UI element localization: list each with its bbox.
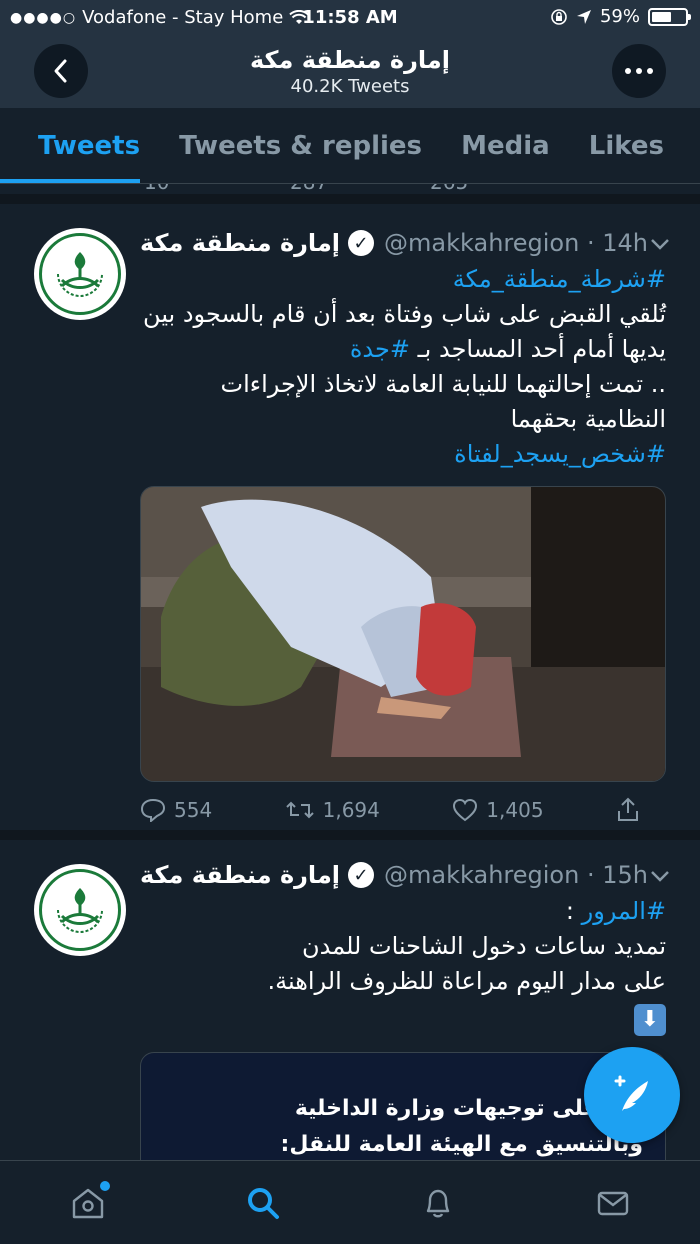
tweet-text-line: تمديد ساعات دخول الشاحنات للمدن	[302, 932, 666, 960]
user-handle[interactable]: @makkahregion	[384, 229, 579, 257]
rotation-lock-icon	[551, 8, 567, 25]
verified-check-icon: ✓	[348, 862, 375, 888]
emblem-logo	[39, 869, 121, 951]
chevron-left-icon	[54, 59, 67, 83]
profile-tabs: Tweets Tweets & replies Media Likes	[0, 108, 700, 184]
nav-messages[interactable]	[583, 1173, 643, 1233]
like-button[interactable]: 1,405	[452, 798, 544, 822]
prev-retweet-count: 287	[290, 184, 328, 194]
chevron-down-icon[interactable]	[650, 231, 670, 255]
emblem-icon	[57, 888, 103, 934]
hashtag-link[interactable]: #المرور	[582, 897, 666, 925]
retweet-icon	[285, 801, 314, 819]
tweet-actions: 554 1,694 1,405	[140, 790, 640, 830]
down-arrow-emoji: ⬇	[634, 1004, 666, 1036]
hashtag-link[interactable]: #شرطة_منطقة_مكة	[453, 265, 666, 293]
avatar[interactable]	[34, 864, 126, 956]
tweet-header: إمارة منطقة مكة ✓ @makkahregion · 15h	[140, 858, 670, 892]
reply-count: 554	[174, 798, 213, 822]
share-icon	[617, 797, 638, 821]
reply-bubble-icon	[140, 798, 166, 822]
page-title: إمارة منطقة مكة	[249, 46, 451, 74]
mail-icon	[597, 1191, 628, 1215]
tweet-time: 15h	[602, 861, 648, 889]
display-name[interactable]: إمارة منطقة مكة	[140, 861, 340, 889]
nav-home[interactable]	[58, 1173, 118, 1233]
battery-percent: 59%	[599, 6, 640, 27]
back-button[interactable]	[34, 44, 88, 98]
battery-icon	[648, 7, 691, 26]
bottom-nav	[0, 1160, 700, 1244]
share-button[interactable]	[616, 797, 640, 823]
tweet-time: 14h	[602, 229, 648, 257]
chevron-down-icon[interactable]	[650, 863, 670, 887]
tweet-text-line: على مدار اليوم مراعاة للظروف الراهنة.	[267, 967, 666, 995]
compose-button[interactable]	[584, 1047, 680, 1143]
tweet-text: #شرطة_منطقة_مكة تُلقي القبض على شاب وفتا…	[140, 262, 666, 472]
tweet-text-suffix: :	[565, 897, 582, 925]
avatar[interactable]	[34, 228, 126, 320]
reply-button[interactable]: 554	[140, 798, 212, 822]
tweet-header: إمارة منطقة مكة ✓ @makkahregion · 14h	[140, 226, 670, 260]
tab-tweets-replies[interactable]: Tweets & replies	[179, 131, 422, 161]
notification-dot	[99, 1180, 110, 1191]
hashtag-link[interactable]: #شخص_يسجد_لفتاة	[454, 440, 666, 468]
location-arrow-icon	[576, 9, 591, 24]
tweet-divider	[0, 194, 700, 204]
more-dots-icon	[625, 68, 653, 74]
profile-header: ●●●●○ Vodafone - Stay Home 11:58 AM 59% …	[0, 0, 700, 108]
status-bar: ●●●●○ Vodafone - Stay Home 11:58 AM 59%	[0, 0, 700, 36]
time-separator: ·	[579, 229, 603, 257]
retweet-button[interactable]: 1,694	[285, 798, 380, 822]
previous-tweet-actions: 10 287 265	[0, 184, 700, 194]
display-name[interactable]: إمارة منطقة مكة	[140, 229, 340, 257]
user-handle[interactable]: @makkahregion	[384, 861, 579, 889]
home-icon	[72, 1188, 103, 1218]
header-title-block: إمارة منطقة مكة 40.2K Tweets	[150, 46, 550, 97]
tweet-item[interactable]: إمارة منطقة مكة ✓ @makkahregion · 14h #ش…	[0, 204, 700, 836]
tweet-text: #المرور : تمديد ساعات دخول الشاحنات للمد…	[140, 894, 666, 1036]
prev-like-count: 265	[430, 184, 468, 194]
retweet-count: 1,694	[322, 798, 380, 822]
hashtag-link[interactable]: #جدة	[350, 335, 410, 363]
tweet-divider	[0, 830, 700, 840]
image-text-line: وبالتنسيق مع الهيئة العامة للنقل:	[280, 1132, 643, 1157]
bell-icon	[426, 1189, 449, 1217]
tab-likes[interactable]: Likes	[589, 131, 664, 161]
like-count: 1,405	[486, 798, 544, 822]
prev-reply-count: 10	[144, 184, 169, 194]
status-indicators: 59%	[550, 6, 691, 27]
tweet-text-line: .. تمت إحالتهما للنيابة العامة لاتخاذ ال…	[220, 370, 666, 433]
heart-icon	[453, 798, 478, 822]
more-button[interactable]	[612, 44, 666, 98]
compose-quill-icon	[614, 1075, 648, 1111]
emblem-logo	[39, 233, 121, 315]
nav-notifications[interactable]	[408, 1173, 468, 1233]
photo-person-praying	[141, 487, 665, 781]
tweet-count: 40.2K Tweets	[290, 76, 410, 97]
tab-tweets[interactable]: Tweets	[38, 131, 140, 161]
tweet-photo[interactable]	[140, 486, 666, 782]
tab-media[interactable]: Media	[461, 131, 550, 161]
emblem-icon	[57, 252, 103, 298]
nav-search[interactable]	[233, 1173, 293, 1233]
time-separator: ·	[579, 861, 603, 889]
verified-check-icon: ✓	[348, 230, 375, 256]
search-icon	[247, 1187, 279, 1219]
